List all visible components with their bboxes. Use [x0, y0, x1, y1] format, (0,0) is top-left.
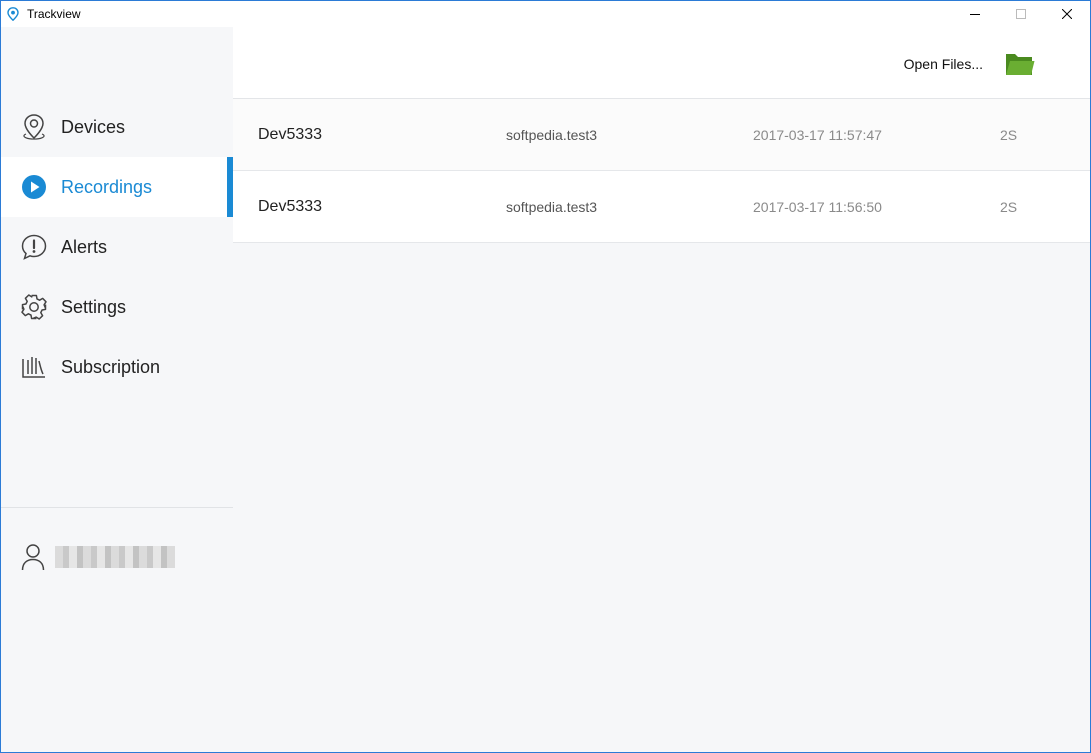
maximize-button[interactable]: [998, 1, 1044, 27]
title-bar[interactable]: Trackview: [1, 1, 1090, 27]
sidebar: Devices Recordings Alerts Settings Subsc…: [1, 27, 233, 752]
account-name: softpedia.test3: [506, 126, 598, 143]
maximize-icon: [1016, 9, 1026, 19]
device-name: Dev5333: [258, 125, 323, 143]
user-icon: [21, 543, 45, 571]
sidebar-item-label: Alerts: [61, 236, 108, 257]
recording-duration: 2S: [1000, 126, 1018, 143]
device-name: Dev5333: [258, 197, 323, 215]
window-title: Trackview: [27, 7, 81, 21]
location-pin-icon: [20, 113, 48, 141]
table-row[interactable]: Dev5333 softpedia.test3 2017-03-17 11:57…: [233, 99, 1090, 171]
play-circle-icon: [20, 173, 48, 201]
close-icon: [1062, 9, 1072, 19]
app-window: Trackview Devices Recordings Alerts Sett…: [0, 0, 1091, 753]
account-name: softpedia.test3: [506, 198, 598, 215]
sidebar-item-subscription[interactable]: Subscription: [1, 337, 233, 397]
user-name-redacted: [55, 546, 175, 568]
sidebar-item-recordings[interactable]: Recordings: [1, 157, 233, 217]
alert-bubble-icon: [20, 233, 48, 261]
recording-duration: 2S: [1000, 198, 1018, 215]
sidebar-item-label: Devices: [61, 116, 126, 137]
sidebar-item-devices[interactable]: Devices: [1, 97, 233, 157]
app-logo-icon: [7, 7, 21, 21]
subscription-icon: [20, 353, 48, 381]
minimize-button[interactable]: [952, 1, 998, 27]
recording-timestamp: 2017-03-17 11:56:50: [753, 198, 882, 215]
window-controls: [952, 1, 1090, 27]
sidebar-item-label: Recordings: [61, 176, 153, 197]
toolbar: Open Files...: [233, 27, 1090, 99]
recording-timestamp: 2017-03-17 11:57:47: [753, 126, 882, 143]
sidebar-divider: [1, 507, 233, 508]
open-files-label: Open Files...: [903, 56, 983, 72]
close-button[interactable]: [1044, 1, 1090, 27]
recordings-list: Dev5333 softpedia.test3 2017-03-17 11:57…: [233, 99, 1090, 243]
sidebar-item-label: Subscription: [61, 356, 161, 377]
sidebar-item-label: Settings: [61, 296, 127, 317]
user-account[interactable]: [1, 537, 233, 577]
minimize-icon: [970, 14, 980, 15]
gear-icon: [20, 293, 48, 321]
folder-icon: [1006, 54, 1035, 75]
sidebar-item-settings[interactable]: Settings: [1, 277, 233, 337]
sidebar-item-alerts[interactable]: Alerts: [1, 217, 233, 277]
open-files-button[interactable]: Open Files...: [904, 49, 1035, 79]
main-content: Open Files... Dev5333 softpedia.test3 20…: [233, 27, 1090, 752]
table-row[interactable]: Dev5333 softpedia.test3 2017-03-17 11:56…: [233, 171, 1090, 243]
